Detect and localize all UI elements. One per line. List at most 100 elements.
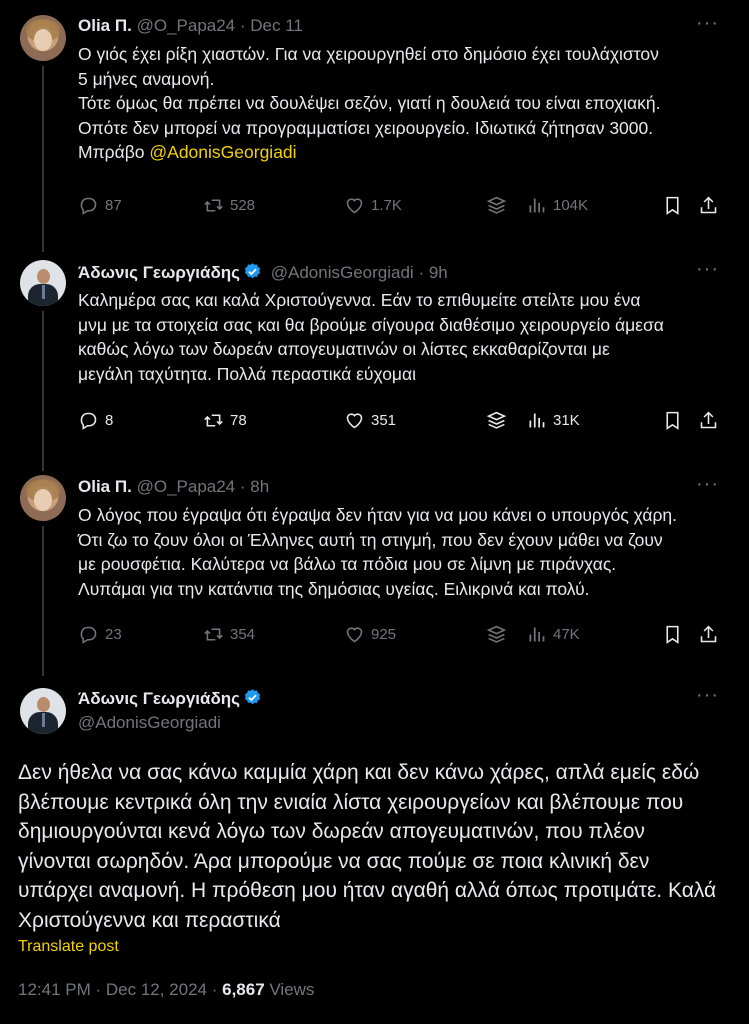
views-count: 6,867: [222, 980, 265, 999]
tweet-1[interactable]: Olia Π. @O_Papa24 · Dec 11 ··· Ο γιός έχ…: [0, 0, 749, 252]
tweet-text: Καλημέρα σας και καλά Χριστούγεννα. Εάν …: [78, 288, 721, 386]
share-button[interactable]: [698, 410, 719, 431]
bookmark-button[interactable]: [662, 410, 683, 431]
author-name[interactable]: Άδωνις Γεωργιάδης: [78, 689, 240, 708]
analytics-icon: [529, 198, 545, 213]
action-bar: 8 78 351 31K: [78, 410, 721, 436]
retweet-icon: [204, 414, 223, 427]
reply-button[interactable]: 8: [78, 410, 113, 431]
reply-icon: [80, 412, 97, 430]
text-line: γίνονται σωρηδόν. Άρα μπορούμε να σας πο…: [18, 849, 650, 873]
views-count: 31K: [553, 412, 580, 429]
text-line: Καλημέρα σας και καλά Χριστούγεννα. Εάν …: [78, 290, 641, 310]
share-button[interactable]: [698, 624, 719, 645]
text-line: Χριστούγεννα και περαστικά: [18, 908, 281, 932]
bookmark-button[interactable]: [662, 195, 683, 216]
retweet-button[interactable]: 78: [203, 410, 247, 431]
retweet-count: 528: [230, 197, 256, 214]
post-time[interactable]: · 8h: [240, 477, 269, 496]
text-line: 5 μήνες αναμονή.: [78, 68, 215, 89]
post-time[interactable]: · 9h: [418, 263, 447, 282]
reply-button[interactable]: 23: [78, 624, 122, 645]
post-timestamp[interactable]: 12:41 PM · Dec 12, 2024 ·: [18, 980, 222, 999]
avatar[interactable]: [20, 688, 66, 734]
bookmark-icon: [666, 625, 679, 644]
mention-link[interactable]: @AdonisGeorgiadi: [149, 142, 296, 162]
like-button[interactable]: 925: [344, 624, 396, 645]
author-handle[interactable]: @AdonisGeorgiadi: [271, 263, 414, 282]
action-bar: 87 528 1.7K 104K: [78, 195, 721, 221]
tweet-header: Άδωνις Γεωργιάδης @AdonisGeorgiadi · 9h: [78, 262, 448, 283]
reply-icon: [80, 626, 97, 644]
stack-icon: [486, 625, 507, 643]
text-fragment: Μπράβο: [78, 142, 150, 162]
stack-icon: [486, 196, 507, 214]
thread-line: [42, 66, 44, 252]
main-tweet: Άδωνις Γεωργιάδης @AdonisGeorgiadi ··· Δ…: [0, 680, 749, 1024]
like-count: 351: [371, 412, 397, 429]
tweet-header: Άδωνις Γεωργιάδης: [78, 688, 266, 709]
text-line: Ο γιός έχει ρίξη χιαστών. Για να χειρουρ…: [78, 44, 659, 64]
bookmark-icon: [666, 411, 679, 430]
author-handle[interactable]: @AdonisGeorgiadi: [78, 713, 221, 732]
like-count: 925: [371, 626, 397, 643]
reply-count: 8: [105, 412, 114, 429]
avatar[interactable]: [20, 15, 66, 61]
retweet-count: 354: [230, 626, 256, 643]
author-name[interactable]: Olia Π.: [78, 16, 132, 35]
author-name[interactable]: Olia Π.: [78, 477, 132, 496]
stack-icon: [486, 411, 507, 429]
text-line: μνμ με τα στοιχεία σας και θα βρούμε σίγ…: [78, 314, 664, 335]
tweet-3[interactable]: Olia Π. @O_Papa24 · 8h ··· Ο λόγος που έ…: [0, 460, 749, 680]
views-button[interactable]: 47K: [526, 624, 580, 645]
retweet-count: 78: [230, 412, 247, 429]
views-count: 104K: [553, 197, 589, 214]
thread-line: [42, 311, 44, 471]
analytics-icon: [529, 413, 545, 428]
text-line: Δεν ήθελα να σας κάνω καμμία χάρη και δε…: [18, 761, 700, 784]
views-count: 47K: [553, 626, 580, 643]
views-button[interactable]: 104K: [526, 195, 588, 216]
thread-line: [42, 526, 44, 676]
grok-button[interactable]: [486, 195, 507, 216]
text-line: Ο λόγος που έγραψα ότι έγραψα δεν ήταν γ…: [78, 505, 678, 525]
views-button[interactable]: 31K: [526, 410, 580, 431]
translate-post-link[interactable]: Translate post: [18, 938, 119, 956]
like-button[interactable]: 1.7K: [344, 195, 402, 216]
heart-icon: [346, 627, 363, 643]
bookmark-button[interactable]: [662, 624, 683, 645]
tweet-header: Olia Π. @O_Papa24 · Dec 11: [78, 16, 303, 36]
avatar[interactable]: [20, 475, 66, 521]
text-line: δημιουργούνται κενά λόγω των δωρεάν απογ…: [18, 820, 645, 843]
author-handle[interactable]: @O_Papa24: [137, 477, 236, 496]
more-dots-icon[interactable]: ···: [696, 684, 719, 707]
retweet-button[interactable]: 528: [203, 195, 255, 216]
author-handle-row: @AdonisGeorgiadi: [78, 713, 221, 733]
reply-icon: [80, 197, 97, 215]
author-handle[interactable]: @O_Papa24: [137, 16, 236, 35]
more-dots-icon[interactable]: ···: [696, 12, 719, 35]
more-dots-icon[interactable]: ···: [696, 258, 719, 281]
post-time[interactable]: · Dec 11: [240, 16, 303, 35]
share-icon: [700, 625, 717, 643]
share-button[interactable]: [698, 195, 719, 216]
text-line: καθώς λόγω των δωρεάν απογευματινών οι λ…: [78, 339, 610, 359]
bookmark-icon: [666, 196, 679, 215]
tweet-2[interactable]: Άδωνις Γεωργιάδης @AdonisGeorgiadi · 9h …: [0, 245, 749, 471]
analytics-icon: [529, 627, 545, 642]
text-line: βλέπουμε κεντρικά όλη την ενιαία λίστα χ…: [18, 790, 684, 814]
more-dots-icon[interactable]: ···: [696, 473, 719, 496]
text-line: Τότε όμως θα πρέπει να δουλέψει σεζόν, γ…: [78, 93, 661, 113]
tweet-text: Ο γιός έχει ρίξη χιαστών. Για να χειρουρ…: [78, 42, 721, 165]
action-bar: 23 354 925 47K: [78, 624, 721, 650]
avatar[interactable]: [20, 260, 66, 306]
text-line: Οπότε δεν μπορεί να προγραμματίσει χειρο…: [78, 117, 654, 138]
retweet-button[interactable]: 354: [203, 624, 255, 645]
author-name[interactable]: Άδωνις Γεωργιάδης: [78, 263, 240, 282]
post-meta: 12:41 PM · Dec 12, 2024 · 6,867 Views: [18, 980, 314, 1000]
grok-button[interactable]: [486, 410, 507, 431]
grok-button[interactable]: [486, 624, 507, 645]
reply-button[interactable]: 87: [78, 195, 122, 216]
like-button[interactable]: 351: [344, 410, 396, 431]
share-icon: [700, 411, 717, 429]
